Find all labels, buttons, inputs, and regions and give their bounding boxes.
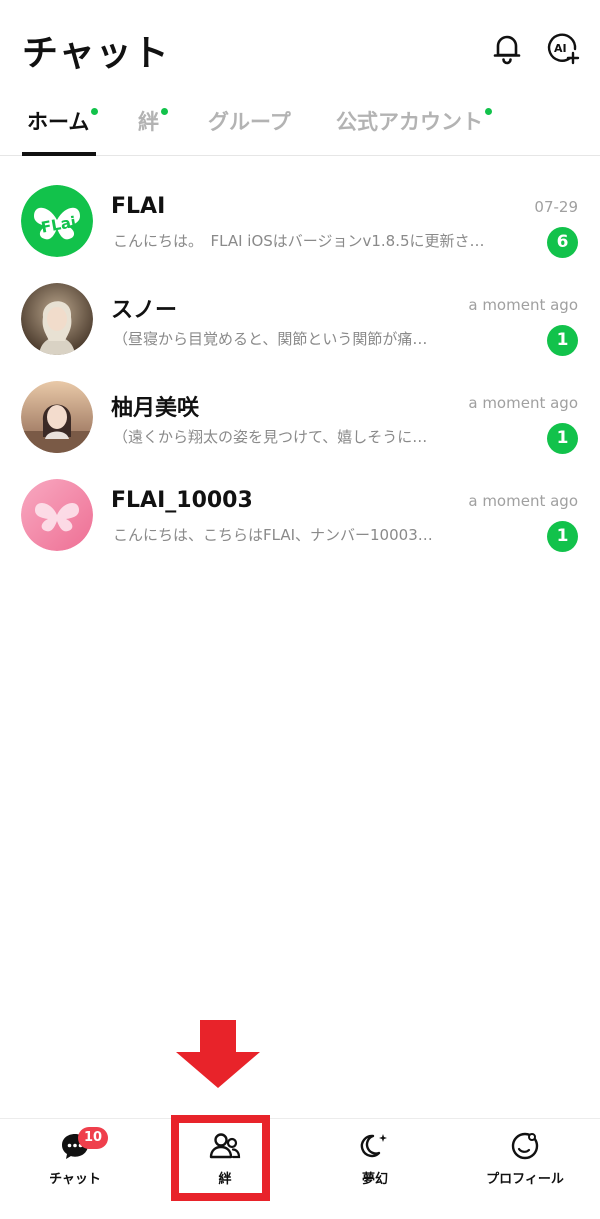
avatar — [21, 283, 93, 355]
chat-name: スノー — [111, 298, 178, 323]
chat-preview: （昼寝から目覚めると、関節という関節が痛… — [113, 330, 428, 348]
chat-row[interactable]: FLai FLAI こんにちは。 FLAI iOSはバージョンv1.8.5に更新… — [0, 172, 600, 270]
nav-mugen-label: 夢幻 — [361, 1172, 388, 1187]
tab-kizuna-dot — [161, 108, 168, 115]
profile-circle-icon — [511, 1132, 539, 1160]
chat-time: a moment ago — [468, 394, 578, 412]
tab-kizuna[interactable]: 絆 — [138, 106, 168, 136]
chat-time: 07-29 — [534, 198, 578, 216]
chat-preview: こんにちは、こちらはFLAI、ナンバー10003… — [113, 526, 433, 544]
header: チャット AI — [0, 0, 600, 96]
chat-time: a moment ago — [468, 296, 578, 314]
moon-sparkle-icon — [360, 1134, 387, 1158]
chat-name: FLAI — [111, 194, 166, 219]
tab-home-label: ホーム — [27, 110, 90, 134]
nav-profile[interactable]: プロフィール — [450, 1131, 600, 1207]
unread-badge: 1 — [547, 325, 578, 356]
svg-text:AI: AI — [554, 42, 567, 55]
unread-badge: 1 — [547, 521, 578, 552]
avatar — [21, 479, 93, 551]
nav-mugen[interactable]: 夢幻 — [300, 1131, 450, 1207]
tab-official-account-dot — [485, 108, 492, 115]
chat-row[interactable]: FLAI_10003 こんにちは、こちらはFLAI、ナンバー10003… a m… — [0, 466, 600, 564]
chat-row[interactable]: 柚月美咲 （遠くから翔太の姿を見つけて、嬉しそうに… a moment ago … — [0, 368, 600, 466]
bell-icon[interactable] — [490, 31, 524, 65]
unread-badge: 1 — [547, 423, 578, 454]
tab-group[interactable]: グループ — [208, 106, 291, 136]
tab-home-dot — [91, 108, 99, 115]
tab-group-label: グループ — [208, 110, 291, 134]
nav-chat-label: チャット — [49, 1172, 101, 1187]
avatar: FLai — [21, 185, 93, 257]
bottom-nav: 10 チャット 絆 夢幻 プロフィール — [0, 1118, 600, 1219]
tab-bar: ホーム 絆 グループ 公式アカウント — [0, 96, 600, 156]
chat-time: a moment ago — [468, 492, 578, 510]
annotation-arrow-icon — [176, 1020, 260, 1088]
page-title: チャット — [22, 33, 170, 74]
avatar — [21, 381, 93, 453]
chat-preview: （遠くから翔太の姿を見つけて、嬉しそうに… — [113, 428, 428, 446]
tab-official-account[interactable]: 公式アカウント — [336, 106, 492, 136]
chat-name: 柚月美咲 — [111, 396, 200, 421]
annotation-highlight-box — [171, 1115, 270, 1201]
tab-home[interactable]: ホーム — [27, 106, 99, 136]
chat-name: FLAI_10003 — [111, 488, 253, 513]
chat-row[interactable]: スノー （昼寝から目覚めると、関節という関節が痛… a moment ago 1 — [0, 270, 600, 368]
nav-chat[interactable]: 10 チャット — [0, 1127, 150, 1207]
ai-plus-icon[interactable]: AI — [546, 31, 580, 65]
tab-official-account-label: 公式アカウント — [336, 110, 483, 134]
unread-badge: 6 — [547, 227, 578, 258]
chat-preview: こんにちは。 FLAI iOSはバージョンv1.8.5に更新さ… — [113, 232, 485, 250]
nav-chat-badge: 10 — [78, 1127, 109, 1149]
tab-kizuna-label: 絆 — [138, 110, 159, 134]
tab-active-indicator — [22, 152, 96, 156]
nav-profile-label: プロフィール — [486, 1172, 564, 1187]
